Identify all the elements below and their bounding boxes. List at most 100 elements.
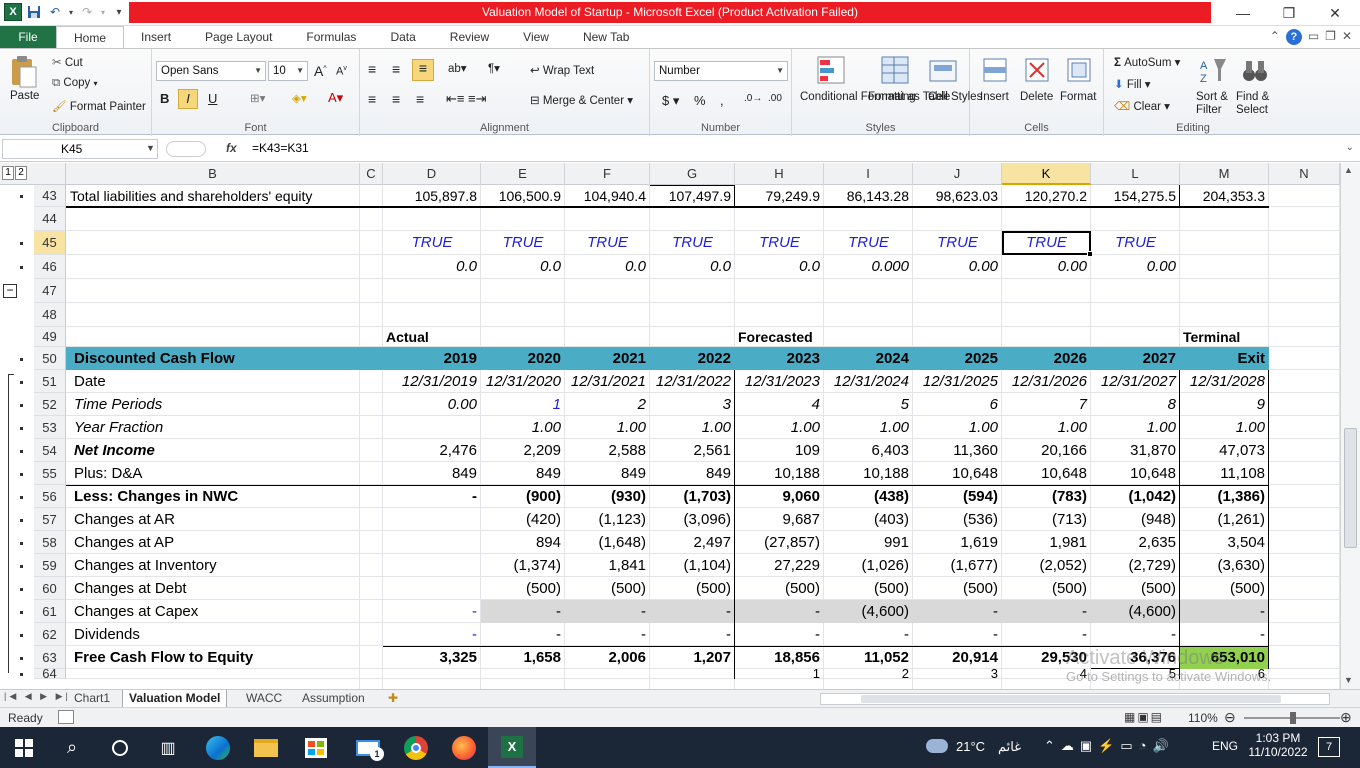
merge-center-button[interactable]: ⊟ Merge & Center ▾	[530, 93, 633, 107]
cell-i43[interactable]: 86,143.28	[824, 185, 913, 207]
cell-h46[interactable]: 0.0	[735, 255, 824, 279]
row-label-55[interactable]: Plus: D&A	[66, 462, 360, 485]
cell-h45[interactable]: TRUE	[735, 231, 824, 255]
cell-g53[interactable]: 1.00	[650, 416, 735, 439]
cell-e61[interactable]: -	[481, 600, 565, 623]
row-header-54[interactable]: 54	[34, 439, 66, 462]
cell-k55[interactable]: 10,648	[1002, 462, 1091, 485]
paste-button[interactable]: Paste	[10, 90, 39, 102]
align-center-icon[interactable]: ≡	[392, 91, 400, 107]
decrease-decimal-icon[interactable]: .00	[768, 93, 782, 104]
cell-l61[interactable]: (4,600)	[1091, 600, 1180, 623]
workbook-restore-icon[interactable]: ❐	[1325, 29, 1336, 45]
formula-input[interactable]: =K43=K31	[252, 141, 309, 155]
row-label-53[interactable]: Year Fraction	[66, 416, 360, 439]
decrease-indent-icon[interactable]: ⇤≡	[446, 91, 464, 107]
cell-m52[interactable]: 9	[1180, 393, 1269, 416]
cell-i61[interactable]: (4,600)	[824, 600, 913, 623]
cell-h61[interactable]: -	[735, 600, 824, 623]
orientation-icon[interactable]: ab▾	[448, 61, 467, 75]
column-header-m[interactable]: M	[1180, 163, 1269, 185]
cell-e43[interactable]: 106,500.9	[481, 185, 565, 207]
cell-h43[interactable]: 79,249.9	[735, 185, 824, 207]
cell-f59[interactable]: 1,841	[565, 554, 650, 577]
row-header-59[interactable]: 59	[34, 554, 66, 577]
cell-j55[interactable]: 10,648	[913, 462, 1002, 485]
cell-k61[interactable]: -	[1002, 600, 1091, 623]
cell-e45[interactable]: TRUE	[481, 231, 565, 255]
copy-button[interactable]: ⧉ Copy ▾	[52, 77, 98, 90]
cell-e52[interactable]: 1	[481, 393, 565, 416]
cell-j43[interactable]: 98,623.03	[913, 185, 1002, 207]
cell-j57[interactable]: (536)	[913, 508, 1002, 531]
row-header-61[interactable]: 61	[34, 600, 66, 623]
cell-h59[interactable]: 27,229	[735, 554, 824, 577]
fill-button[interactable]: ⬇ Fill ▾	[1114, 77, 1151, 91]
align-right-icon[interactable]: ≡	[416, 91, 424, 107]
close-icon[interactable]: ✕	[1320, 3, 1350, 23]
cell-j45[interactable]: TRUE	[913, 231, 1002, 255]
cell-l52[interactable]: 8	[1091, 393, 1180, 416]
cell-g56[interactable]: (1,703)	[650, 485, 735, 508]
column-header-g[interactable]: G	[650, 163, 735, 185]
cell-i62[interactable]: -	[824, 623, 913, 646]
cell-k56[interactable]: (783)	[1002, 485, 1091, 508]
cell-e55[interactable]: 849	[481, 462, 565, 485]
zoom-slider-thumb[interactable]	[1290, 712, 1296, 724]
active-cell-k45[interactable]	[1002, 231, 1091, 255]
wrap-text-button[interactable]: ↩ Wrap Text	[530, 63, 594, 77]
restore-icon[interactable]: ❐	[1274, 3, 1304, 23]
sheet-tab-chart1[interactable]: Chart1	[68, 690, 116, 708]
cell-k60[interactable]: (500)	[1002, 577, 1091, 600]
cell-d62[interactable]: -	[383, 623, 481, 646]
cell-m53[interactable]: 1.00	[1180, 416, 1269, 439]
row-header-44[interactable]: 44	[34, 207, 66, 231]
cell-l57[interactable]: (948)	[1091, 508, 1180, 531]
cell-m51[interactable]: 12/31/2028	[1180, 370, 1269, 393]
cell-h60[interactable]: (500)	[735, 577, 824, 600]
row-header-55[interactable]: 55	[34, 462, 66, 485]
format-cells-icon[interactable]	[1064, 55, 1094, 85]
outline-level-1-button[interactable]: 1	[2, 166, 14, 180]
cell-k50[interactable]: 2026	[1002, 347, 1091, 370]
cell-j54[interactable]: 11,360	[913, 439, 1002, 462]
sheet-tab-assumption[interactable]: Assumption	[296, 690, 371, 708]
cell-f46[interactable]: 0.0	[565, 255, 650, 279]
sort-filter-icon[interactable]: AZ	[1198, 55, 1228, 85]
weather-cloud-icon[interactable]	[926, 739, 948, 753]
cell-h56[interactable]: 9,060	[735, 485, 824, 508]
clear-button[interactable]: ⌫ Clear ▾	[1114, 99, 1170, 113]
cell-f63[interactable]: 2,006	[565, 646, 650, 669]
row-header-50[interactable]: 50	[34, 347, 66, 370]
increase-decimal-icon[interactable]: .0→	[744, 93, 762, 104]
row-header-47[interactable]: 47	[34, 279, 66, 303]
number-format-select[interactable]: Number ▼	[654, 61, 788, 81]
fill-color-icon[interactable]: ◈▾	[292, 91, 307, 105]
sheet-tab-wacc[interactable]: WACC	[240, 690, 288, 708]
cell-j52[interactable]: 6	[913, 393, 1002, 416]
cell-e62[interactable]: -	[481, 623, 565, 646]
cell-l53[interactable]: 1.00	[1091, 416, 1180, 439]
row-header-57[interactable]: 57	[34, 508, 66, 531]
cell-e51[interactable]: 12/31/2020	[481, 370, 565, 393]
middle-align-icon[interactable]: ≡	[392, 61, 400, 77]
column-header-d[interactable]: D	[383, 163, 481, 185]
font-color-icon[interactable]: A▾	[328, 90, 343, 106]
cell-g62[interactable]: -	[650, 623, 735, 646]
cell-k46[interactable]: 0.00	[1002, 255, 1091, 279]
delete-cells-icon[interactable]	[1022, 55, 1052, 85]
cell-l43[interactable]: 154,275.5	[1091, 185, 1180, 207]
weather-condition[interactable]: غائم	[998, 739, 1021, 755]
cut-button[interactable]: ✂ Cut	[52, 55, 83, 69]
cell-styles-icon[interactable]	[928, 55, 958, 85]
minimize-icon[interactable]: —	[1228, 3, 1258, 23]
column-header-f[interactable]: F	[565, 163, 650, 185]
column-header-k[interactable]: K	[1002, 163, 1091, 185]
cell-f53[interactable]: 1.00	[565, 416, 650, 439]
row-header-53[interactable]: 53	[34, 416, 66, 439]
paste-icon[interactable]	[8, 55, 38, 88]
save-icon[interactable]	[25, 3, 43, 21]
undo-dropdown-icon[interactable]: ▾	[67, 3, 75, 21]
cell-l54[interactable]: 31,870	[1091, 439, 1180, 462]
cell-m54[interactable]: 47,073	[1180, 439, 1269, 462]
